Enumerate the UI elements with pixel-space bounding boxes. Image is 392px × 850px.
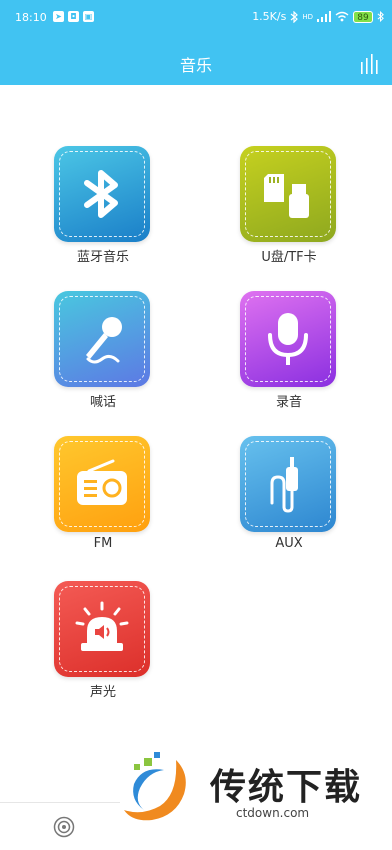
tile-label-usb-tf-card: U盘/TF卡 xyxy=(261,250,317,265)
equalizer-icon[interactable] xyxy=(360,54,380,78)
bluetooth-icon xyxy=(84,170,118,218)
usb-tf-card-tile[interactable] xyxy=(240,146,336,242)
wifi-icon xyxy=(335,11,349,22)
network-speed: 1.5K/s xyxy=(252,10,287,23)
tile-label-record: 录音 xyxy=(275,395,302,410)
status-bar: 18:10 ➤ ◘ ▣ 1.5K/s HD 89 xyxy=(0,0,392,36)
status-time: 18:10 xyxy=(15,11,47,24)
megaphone-tile[interactable] xyxy=(54,291,150,387)
tile-label-sound-light: 声光 xyxy=(89,685,116,700)
target-icon[interactable] xyxy=(53,816,75,842)
bluetooth-music-tile[interactable] xyxy=(54,146,150,242)
recorder-mic-icon xyxy=(268,313,308,365)
signal-icon xyxy=(317,11,331,22)
status-right: 1.5K/s HD 89 xyxy=(252,10,384,23)
battery-indicator: 89 xyxy=(353,10,373,23)
watermark-logo-icon xyxy=(124,752,186,821)
app-notification-icon: ▣ xyxy=(83,11,94,22)
app-header: 18:10 ➤ ◘ ▣ 1.5K/s HD 89 音乐 xyxy=(0,0,392,85)
aux-tile[interactable] xyxy=(240,436,336,532)
app-notification-icon: ◘ xyxy=(68,11,79,22)
fm-radio-tile[interactable] xyxy=(54,436,150,532)
radio-icon xyxy=(77,459,127,505)
telegram-icon: ➤ xyxy=(53,11,64,22)
bluetooth-status-icon xyxy=(377,11,384,22)
microphone-icon xyxy=(86,317,122,364)
notification-icons: ➤ ◘ ▣ xyxy=(53,11,94,22)
watermark: 传统下载 ctdown.com xyxy=(118,750,378,830)
tile-label-megaphone: 喊话 xyxy=(89,395,116,410)
tile-label-aux: AUX xyxy=(275,536,303,551)
tile-label-bluetooth-music: 蓝牙音乐 xyxy=(76,250,129,265)
alarm-light-icon xyxy=(75,601,129,651)
watermark-text: 传统下载 xyxy=(210,767,363,808)
usb-sdcard-icon xyxy=(264,174,309,218)
page-title: 音乐 xyxy=(179,56,212,75)
bluetooth-status-icon xyxy=(290,10,299,23)
tile-label-fm: FM xyxy=(93,536,113,551)
record-tile[interactable] xyxy=(240,291,336,387)
sound-light-tile[interactable] xyxy=(54,581,150,677)
network-type: HD xyxy=(302,12,313,21)
watermark-url: ctdown.com xyxy=(236,806,310,820)
aux-cable-icon xyxy=(270,457,298,513)
bottom-divider xyxy=(0,802,120,803)
